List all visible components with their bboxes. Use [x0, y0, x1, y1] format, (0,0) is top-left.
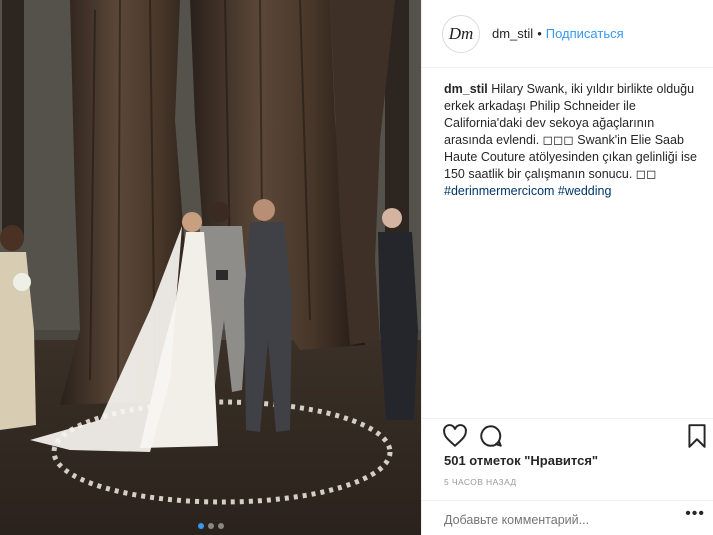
separator-dot: • [537, 26, 542, 41]
likes-count[interactable]: 501 отметок "Нравится" [444, 453, 598, 468]
more-options-icon[interactable]: ••• [685, 505, 705, 523]
avatar[interactable]: Dm [442, 14, 480, 53]
comment-icon[interactable] [478, 423, 504, 449]
carousel-dot [207, 523, 214, 529]
avatar-initials: Dm [448, 23, 474, 43]
comment-input[interactable] [444, 509, 664, 531]
post-caption: dm_stil Hilary Swank, iki yıldır birlikt… [422, 68, 713, 200]
carousel-dot [217, 523, 224, 529]
caption-text: Hilary Swank, iki yıldır birlikte olduğu… [444, 82, 697, 181]
post-header: Dm dm_stil • Подписаться [422, 0, 713, 68]
carousel-indicator [0, 523, 421, 529]
wedding-photo-illustration [0, 0, 421, 535]
carousel-dot-active [197, 523, 204, 529]
heart-icon[interactable] [442, 423, 468, 449]
post-side-panel: Dm dm_stil • Подписаться dm_stil Hilary … [422, 0, 713, 535]
caption-hashtags[interactable]: #derinmermercicom #wedding [444, 184, 611, 198]
caption-author-link[interactable]: dm_stil [444, 82, 488, 96]
post-photo[interactable] [0, 0, 421, 535]
comment-bar: ••• [422, 500, 713, 535]
username-link[interactable]: dm_stil [492, 26, 533, 41]
bookmark-icon[interactable] [684, 423, 710, 449]
follow-button[interactable]: Подписаться [546, 26, 624, 41]
post-actions [422, 418, 713, 452]
post-timestamp[interactable]: 5 ЧАСОВ НАЗАД [444, 477, 517, 487]
